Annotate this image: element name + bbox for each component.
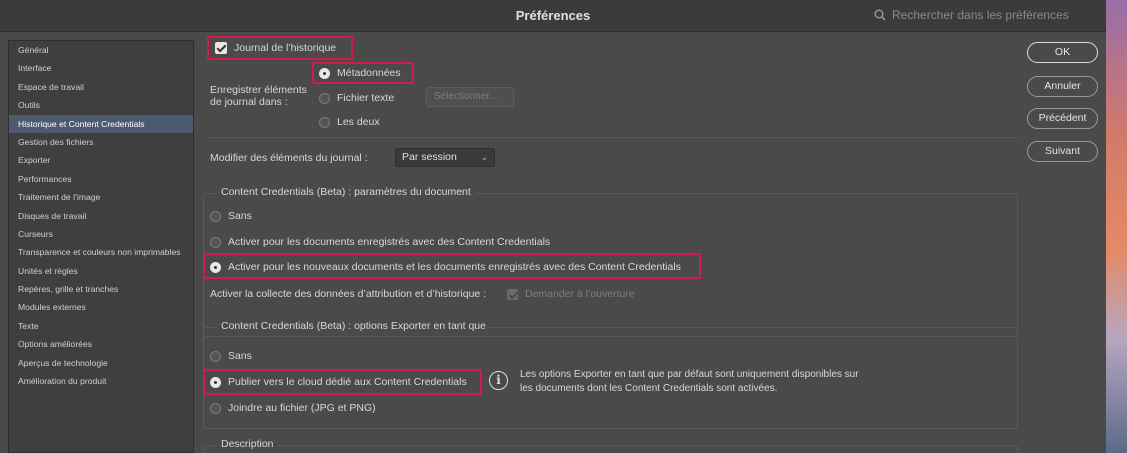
- desktop-background: [1106, 0, 1127, 453]
- select-file-button[interactable]: Sélectionner...: [426, 87, 514, 107]
- ask-on-open-label[interactable]: Demander à l’ouverture: [525, 288, 635, 300]
- export-attach-radio[interactable]: [210, 403, 221, 414]
- search-icon: [874, 9, 886, 21]
- previous-button[interactable]: Précédent: [1027, 108, 1098, 129]
- doc-saved-radio[interactable]: [210, 237, 221, 248]
- description-title: Description: [217, 438, 278, 450]
- sidebar-item-performance[interactable]: Performances: [9, 170, 193, 188]
- cancel-button[interactable]: Annuler: [1027, 76, 1098, 97]
- highlight-export-cloud: [203, 369, 482, 395]
- save-items-label: Enregistrer éléments: [210, 84, 307, 96]
- modify-log-value: Par session: [402, 151, 457, 163]
- preferences-search[interactable]: Rechercher dans les préférences: [874, 8, 1069, 22]
- sidebar-item-guides[interactable]: Repères, grille et tranches: [9, 280, 193, 298]
- modify-log-select[interactable]: Par session ⌄: [395, 148, 495, 167]
- doc-none-label[interactable]: Sans: [228, 210, 252, 222]
- sidebar-item-file-handling[interactable]: Gestion des fichiers: [9, 133, 193, 151]
- highlight-doc-new-and-saved: [203, 253, 701, 279]
- sidebar-item-workspace[interactable]: Espace de travail: [9, 78, 193, 96]
- ok-button[interactable]: OK: [1027, 42, 1098, 63]
- sidebar-item-general[interactable]: Général: [9, 41, 193, 59]
- sidebar-item-export[interactable]: Exporter: [9, 151, 193, 169]
- sidebar-item-transparency[interactable]: Transparence et couleurs non imprimables: [9, 243, 193, 261]
- preferences-panel: Journal de l’historique Enregistrer élém…: [195, 33, 1027, 453]
- next-button[interactable]: Suivant: [1027, 141, 1098, 162]
- sidebar-item-product-improvement[interactable]: Amélioration du produit: [9, 372, 193, 390]
- export-none-radio[interactable]: [210, 351, 221, 362]
- doc-settings-title: Content Credentials (Beta) : paramètres …: [217, 186, 475, 198]
- highlight-metadata: [312, 62, 414, 84]
- export-info-line1: Les options Exporter en tant que par déf…: [520, 369, 859, 380]
- sidebar-item-image-processing[interactable]: Traitement de l’image: [9, 188, 193, 206]
- both-radio[interactable]: [319, 117, 330, 128]
- chevron-down-icon: ⌄: [480, 152, 488, 162]
- sidebar-item-interface[interactable]: Interface: [9, 59, 193, 77]
- sidebar-item-scratch-disks[interactable]: Disques de travail: [9, 207, 193, 225]
- preferences-sidebar: Général Interface Espace de travail Outi…: [8, 40, 194, 453]
- highlight-history-log: [207, 36, 353, 60]
- export-options-title: Content Credentials (Beta) : options Exp…: [217, 320, 490, 332]
- divider: [210, 137, 1018, 138]
- sidebar-item-cursors[interactable]: Curseurs: [9, 225, 193, 243]
- sidebar-item-plugins[interactable]: Modules externes: [9, 298, 193, 316]
- doc-saved-label[interactable]: Activer pour les documents enregistrés a…: [228, 236, 550, 248]
- attribution-collect-label: Activer la collecte des données d’attrib…: [210, 288, 487, 300]
- save-items-label-2: de journal dans :: [210, 96, 288, 108]
- export-info-line2: les documents dont les Content Credentia…: [520, 383, 778, 394]
- sidebar-item-units[interactable]: Unités et règles: [9, 262, 193, 280]
- export-none-label[interactable]: Sans: [228, 350, 252, 362]
- sidebar-item-tech-previews[interactable]: Aperçus de technologie: [9, 354, 193, 372]
- sidebar-item-type[interactable]: Texte: [9, 317, 193, 335]
- title-bar: Préférences Rechercher dans les préféren…: [0, 0, 1106, 32]
- export-attach-label[interactable]: Joindre au fichier (JPG et PNG): [228, 402, 376, 414]
- text-file-label[interactable]: Fichier texte: [337, 92, 394, 104]
- text-file-radio[interactable]: [319, 93, 330, 104]
- description-group: [203, 445, 1018, 453]
- sidebar-item-history[interactable]: Historique et Content Credentials: [9, 114, 193, 133]
- info-icon: i: [489, 371, 508, 390]
- ask-on-open-checkbox[interactable]: [507, 289, 518, 300]
- modify-log-label: Modifier des éléments du journal :: [210, 152, 368, 164]
- sidebar-item-tools[interactable]: Outils: [9, 96, 193, 114]
- doc-none-radio[interactable]: [210, 211, 221, 222]
- sidebar-item-enhanced-options[interactable]: Options améliorées: [9, 335, 193, 353]
- both-label[interactable]: Les deux: [337, 116, 380, 128]
- search-placeholder[interactable]: Rechercher dans les préférences: [892, 8, 1069, 22]
